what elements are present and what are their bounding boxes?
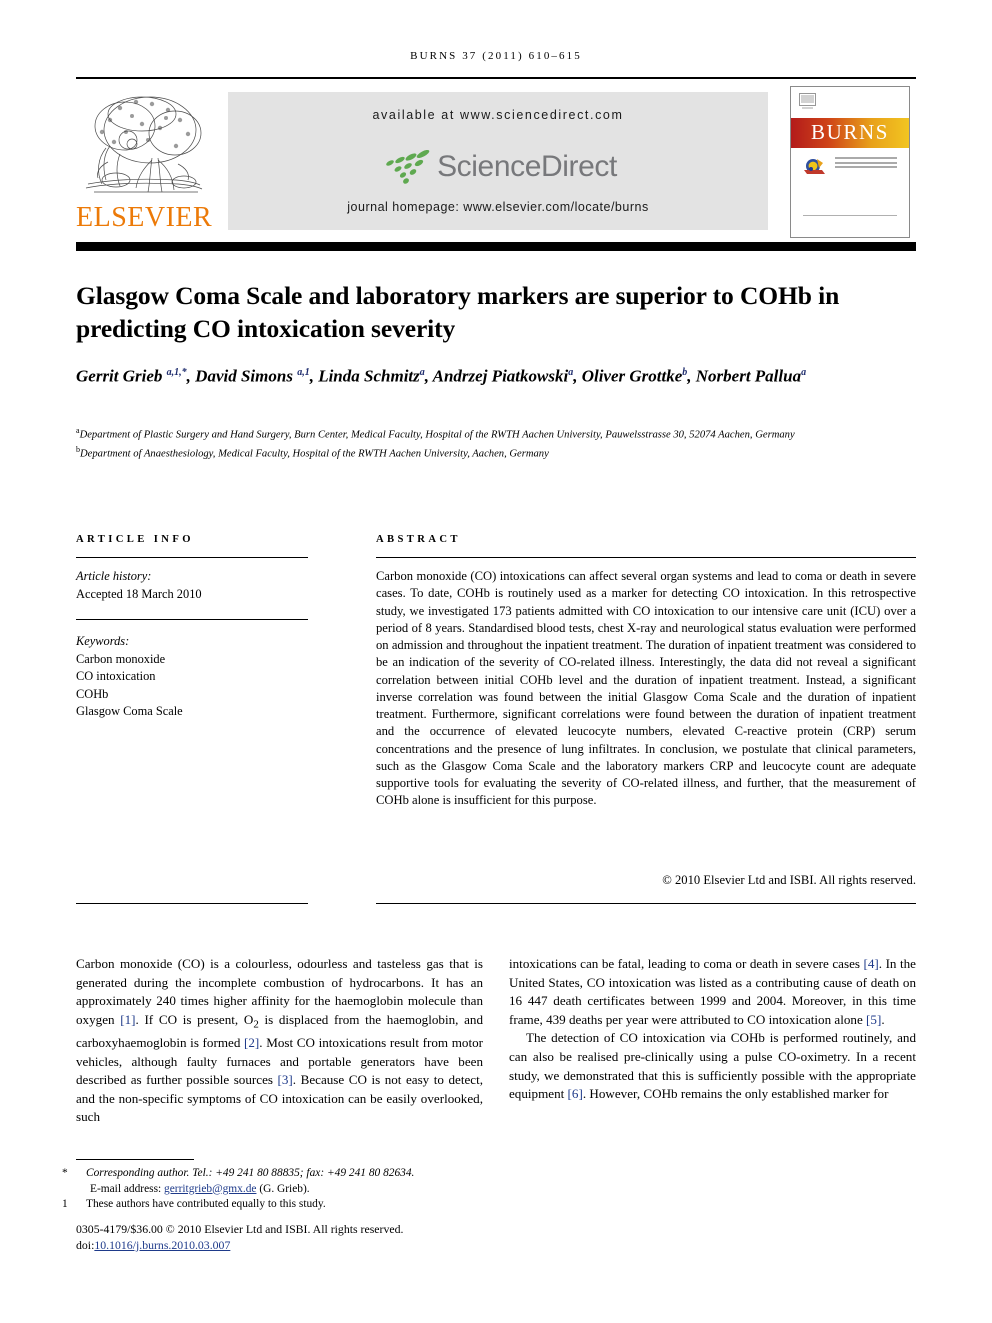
footnote-rule	[76, 1159, 194, 1161]
corresponding-author-text: Corresponding author. Tel.: +49 241 80 8…	[86, 1167, 415, 1179]
body-column-left: Carbon monoxide (CO) is a colourless, od…	[76, 956, 483, 1125]
article-info-column: Article history: Accepted 18 March 2010 …	[76, 568, 316, 721]
email-label: E-mail address:	[90, 1182, 162, 1195]
journal-homepage-text: journal homepage: www.elsevier.com/locat…	[347, 200, 649, 214]
abstract-text: Carbon monoxide (CO) intoxications can a…	[376, 569, 916, 808]
corresponding-author-symbol: *	[62, 1167, 68, 1179]
masthead: ELSEVIER available at www.sciencedirect.…	[76, 86, 916, 238]
available-at-text: available at www.sciencedirect.com	[372, 108, 624, 122]
corresponding-author-note: * Corresponding author. Tel.: +49 241 80 …	[62, 1166, 496, 1182]
sciencedirect-leaf-icon	[386, 149, 430, 184]
affiliations: aDepartment of Plastic Surgery and Hand …	[76, 424, 916, 461]
keywords-label: Keywords:	[76, 634, 130, 649]
elsevier-tree-icon	[80, 88, 205, 201]
equal-contribution-symbol: 1	[62, 1198, 68, 1211]
email-link[interactable]: gerritgrieb@gmx.de	[164, 1183, 256, 1195]
footnotes: * Corresponding author. Tel.: +49 241 80 …	[62, 1166, 496, 1213]
sciencedirect-logo: ScienceDirect	[228, 144, 768, 190]
article-history-label: Article history:	[76, 569, 152, 583]
doi-line: doi:10.1016/j.burns.2010.03.007	[76, 1238, 496, 1254]
sciencedirect-banner: available at www.sciencedirect.com Scien…	[228, 92, 768, 230]
affiliation-a-text: Department of Plastic Surgery and Hand S…	[79, 429, 795, 441]
doi-link[interactable]: 10.1016/j.burns.2010.03.007	[94, 1238, 230, 1252]
equal-contribution-note: 1 These authors have contributed equally …	[62, 1197, 496, 1213]
keyword-item: Carbon monoxide	[76, 651, 166, 666]
copyright-line: © 2010 Elsevier Ltd and ISBI. All rights…	[662, 873, 916, 887]
cover-subtitle-lines	[835, 157, 897, 171]
equal-contribution-text: These authors have contributed equally t…	[86, 1198, 326, 1211]
doi-label: doi:	[76, 1237, 95, 1252]
cover-journal-title: BURNS	[810, 120, 890, 144]
elsevier-wordmark: ELSEVIER	[76, 202, 213, 233]
issn-line: 0305-4179/$36.00 © 2010 Elsevier Ltd and…	[76, 1222, 404, 1236]
article-page: BURNS 37 (2011) 610–615 ELSEVIER availab…	[0, 0, 992, 1323]
abstract-heading: ABSTRACT	[376, 534, 461, 545]
affiliation-a: aDepartment of Plastic Surgery and Hand …	[76, 424, 916, 443]
affiliation-b-text: Department of Anaesthesiology, Medical F…	[80, 448, 549, 460]
imprint-block: 0305-4179/$36.00 © 2010 Elsevier Ltd and…	[76, 1222, 496, 1253]
info-middle-rule	[76, 619, 308, 621]
info-top-rule	[76, 557, 308, 559]
isbi-emblem-icon	[804, 159, 825, 174]
author-list: Gerrit Grieb a,1,*, David Simons a,1, Li…	[76, 366, 807, 386]
email-note: E-mail address: gerritgrieb@gmx.de (G. G…	[76, 1182, 496, 1198]
email-attribution: (G. Grieb).	[259, 1182, 310, 1195]
elsevier-logo: ELSEVIER	[76, 86, 213, 236]
running-head-rule	[76, 77, 916, 79]
journal-cover-thumbnail: BURNS	[790, 86, 910, 238]
affiliation-b: bDepartment of Anaesthesiology, Medical …	[76, 443, 916, 462]
article-history-value: Accepted 18 March 2010	[76, 586, 202, 601]
article-info-heading: ARTICLE INFO	[76, 534, 194, 545]
keyword-item: CO intoxication	[76, 669, 156, 684]
running-head: BURNS 37 (2011) 610–615	[410, 50, 582, 62]
sciencedirect-wordmark: ScienceDirect	[437, 150, 617, 183]
page-title: Glasgow Coma Scale and laboratory marker…	[76, 281, 840, 344]
keyword-item: Glasgow Coma Scale	[76, 704, 183, 719]
body-column-right: intoxications can be fatal, leading to c…	[509, 956, 916, 1102]
title-separator-bar	[76, 242, 916, 251]
keyword-item: COHb	[76, 686, 109, 701]
abstract-bottom-rule	[376, 903, 916, 905]
cover-publisher-mark-icon	[799, 93, 816, 109]
cover-bottom-rule	[803, 215, 897, 216]
abstract-top-rule	[376, 557, 916, 559]
info-bottom-rule	[76, 903, 308, 905]
